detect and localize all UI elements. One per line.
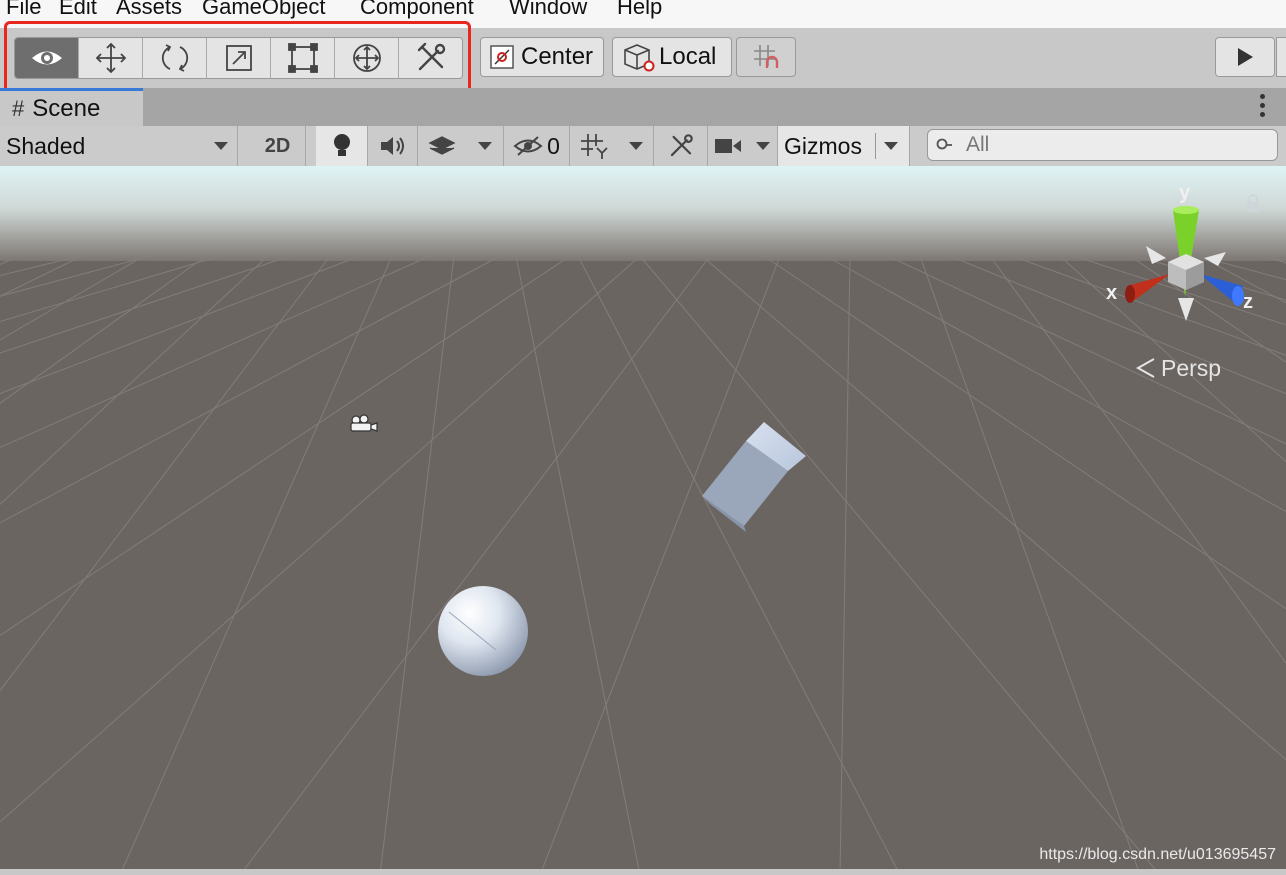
menu-window[interactable]: Window bbox=[509, 0, 587, 20]
scene-visibility-toggle[interactable]: 0 bbox=[504, 126, 570, 166]
scene-toolbar: Shaded 2D 0 Gizmos All bbox=[0, 126, 1286, 167]
toggle-2d-label: 2D bbox=[264, 134, 291, 157]
effects-dropdown[interactable] bbox=[418, 126, 504, 166]
chevron-down-icon bbox=[477, 142, 492, 150]
gizmo-axis-x-label: x bbox=[1106, 282, 1117, 304]
scene-search-input[interactable]: All bbox=[927, 129, 1278, 161]
tab-scene-label: Scene bbox=[32, 94, 101, 122]
pivot-center-label: Center bbox=[521, 43, 594, 70]
gizmos-dropdown[interactable]: Gizmos bbox=[778, 126, 910, 166]
speaker-icon bbox=[380, 137, 404, 155]
menu-file[interactable]: File bbox=[6, 0, 41, 20]
grid-snap-icon bbox=[754, 45, 779, 68]
search-placeholder: All bbox=[966, 133, 990, 156]
chevron-down-icon bbox=[883, 142, 898, 150]
cube-local-icon bbox=[624, 44, 655, 72]
grid-dropdown[interactable] bbox=[570, 126, 654, 166]
pause-button[interactable] bbox=[1276, 37, 1286, 77]
more-options-icon[interactable] bbox=[1260, 94, 1266, 120]
play-icon bbox=[1238, 48, 1253, 66]
tools-toggle[interactable] bbox=[654, 126, 708, 166]
sky-horizon bbox=[0, 166, 1286, 261]
projection-label: Persp bbox=[1161, 355, 1221, 381]
gizmos-label: Gizmos bbox=[784, 132, 862, 159]
grid-hash-icon: # bbox=[12, 95, 25, 121]
watermark-text: https://blog.csdn.net/u013695457 bbox=[1039, 846, 1276, 863]
pivot-local-label: Local bbox=[659, 43, 717, 70]
gizmo-axis-y-label: y bbox=[1179, 182, 1191, 204]
toggle-2d-button[interactable]: 2D bbox=[250, 126, 306, 166]
grid-snap-button[interactable] bbox=[736, 37, 796, 77]
wrench-icon bbox=[670, 134, 693, 157]
tab-bar: # Scene bbox=[0, 88, 1286, 126]
play-button[interactable] bbox=[1215, 37, 1275, 77]
eye-slash-icon bbox=[513, 136, 543, 156]
menu-gameobject[interactable]: GameObject bbox=[202, 0, 326, 20]
menu-edit[interactable]: Edit bbox=[59, 0, 97, 20]
pivot-center-button[interactable]: Center bbox=[480, 37, 604, 77]
chevron-down-icon bbox=[214, 142, 228, 150]
search-icon bbox=[936, 138, 952, 150]
menu-component[interactable]: Component bbox=[360, 0, 474, 20]
camera-dropdown[interactable] bbox=[708, 126, 778, 166]
camera-icon bbox=[715, 139, 742, 153]
menu-assets[interactable]: Assets bbox=[116, 0, 182, 20]
sphere-object[interactable] bbox=[438, 586, 528, 676]
tab-scene[interactable]: # Scene bbox=[0, 88, 143, 126]
chevron-down-icon bbox=[628, 142, 643, 150]
bottom-border bbox=[0, 869, 1286, 875]
divider bbox=[874, 133, 876, 159]
highlight-box bbox=[4, 21, 471, 94]
effects-layers-icon bbox=[428, 136, 456, 155]
draw-mode-label: Shaded bbox=[6, 132, 86, 159]
pivot-center-icon bbox=[490, 45, 514, 69]
scene-canvas[interactable]: y x z Persp bbox=[0, 166, 1286, 875]
hidden-count: 0 bbox=[547, 132, 560, 159]
chevron-down-icon bbox=[755, 142, 770, 150]
audio-toggle[interactable] bbox=[368, 126, 418, 166]
gizmo-axis-z-label: z bbox=[1243, 291, 1253, 313]
scene-viewport[interactable]: y x z Persp bbox=[0, 166, 1286, 875]
lighting-toggle[interactable] bbox=[316, 126, 368, 166]
lightbulb-icon bbox=[333, 134, 350, 156]
grid-y-icon bbox=[581, 134, 608, 159]
draw-mode-dropdown[interactable]: Shaded bbox=[0, 126, 238, 166]
ground-plane bbox=[0, 166, 1286, 875]
pivot-local-button[interactable]: Local bbox=[612, 37, 732, 77]
menu-help[interactable]: Help bbox=[617, 0, 662, 20]
